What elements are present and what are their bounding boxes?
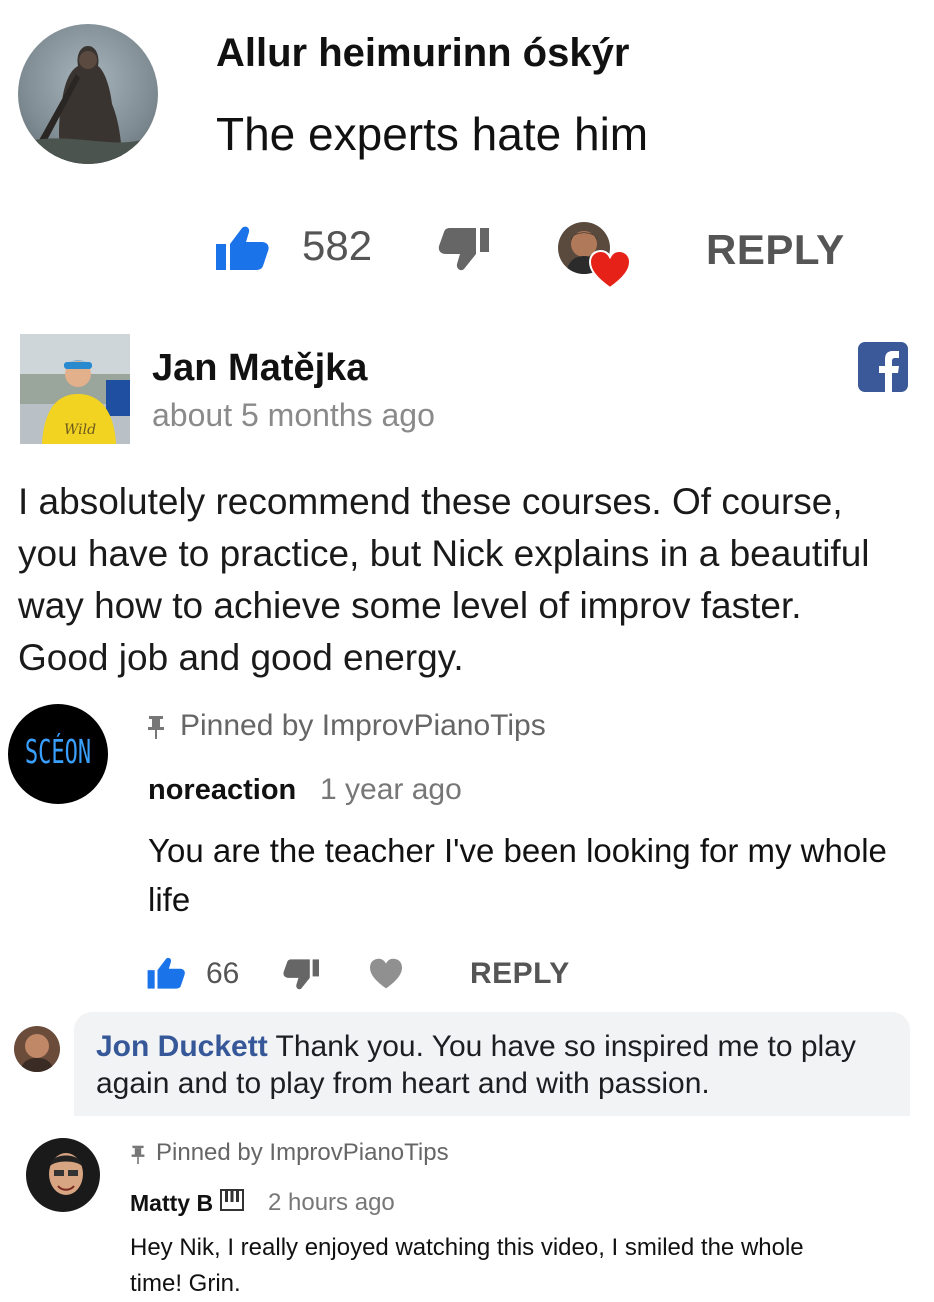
review-text-line: I absolutely recommend these courses. Of… [18,481,843,522]
comment-text-line: time! Grin. [130,1270,241,1297]
reply-text: Thank you. You have so inspired me to pl… [275,1030,856,1063]
reply-button[interactable]: REPLY [470,956,570,992]
comment-text: You are the teacher I've been looking fo… [148,826,928,924]
comment-text: The experts hate him [216,108,649,160]
heart-outline-icon[interactable] [368,958,404,990]
comment-author[interactable]: Allur heimurinn óskýr [216,30,629,76]
commenter-avatar[interactable]: SCÉON [8,704,108,804]
comment-text: Hey Nik, I really enjoyed watching this … [130,1230,920,1302]
review-text-line: you have to practice, but Nick explains … [18,533,870,574]
pin-icon [146,714,166,740]
like-icon[interactable] [146,956,186,990]
reply-bubble: Jon Duckett Thank you. You have so inspi… [74,1012,910,1116]
pin-icon [130,1144,146,1165]
comment-time[interactable]: 1 year ago [320,772,462,808]
review-text-line: Good job and good energy. [18,637,464,678]
facebook-icon[interactable] [858,342,908,392]
reply-text-line: again and to play from heart and with pa… [96,1067,710,1100]
review-text: I absolutely recommend these courses. Of… [18,476,928,684]
commenter-avatar[interactable] [18,24,158,164]
reply-text-line: Jon Duckett Thank you. You have so inspi… [96,1028,896,1065]
dislike-icon[interactable] [438,226,492,274]
piano-icon [220,1189,244,1211]
comment-text-line: Hey Nik, I really enjoyed watching this … [130,1234,804,1261]
reply-avatar[interactable] [14,1026,60,1072]
reply-button[interactable]: REPLY [706,226,845,274]
warrior-avatar-icon [18,46,158,164]
like-count: 582 [302,222,373,269]
reviewer-avatar[interactable]: Wild [20,334,130,444]
reviewer-name[interactable]: Jan Matějka [152,346,367,390]
review-time[interactable]: about 5 months ago [152,396,435,434]
pinned-label: Pinned by ImprovPianoTips [180,709,546,742]
comment-text-line: life [148,881,191,918]
comment-time[interactable]: 2 hours ago [268,1188,395,1218]
comment-author[interactable]: Matty B [130,1188,213,1218]
comment-author[interactable]: noreaction [148,772,296,808]
svg-text:Wild: Wild [64,422,96,438]
review-text-line: way how to achieve some level of improv … [18,585,802,626]
like-count: 66 [206,957,240,990]
avatar-logo-text: SCÉON [24,734,92,773]
dislike-icon[interactable] [282,958,322,992]
heart-icon [588,250,632,290]
commenter-avatar[interactable] [26,1138,100,1212]
comment-text-line: You are the teacher I've been looking fo… [148,832,887,869]
reply-author[interactable]: Jon Duckett [96,1030,268,1063]
pinned-label: Pinned by ImprovPianoTips [156,1139,449,1166]
like-icon[interactable] [214,224,270,272]
